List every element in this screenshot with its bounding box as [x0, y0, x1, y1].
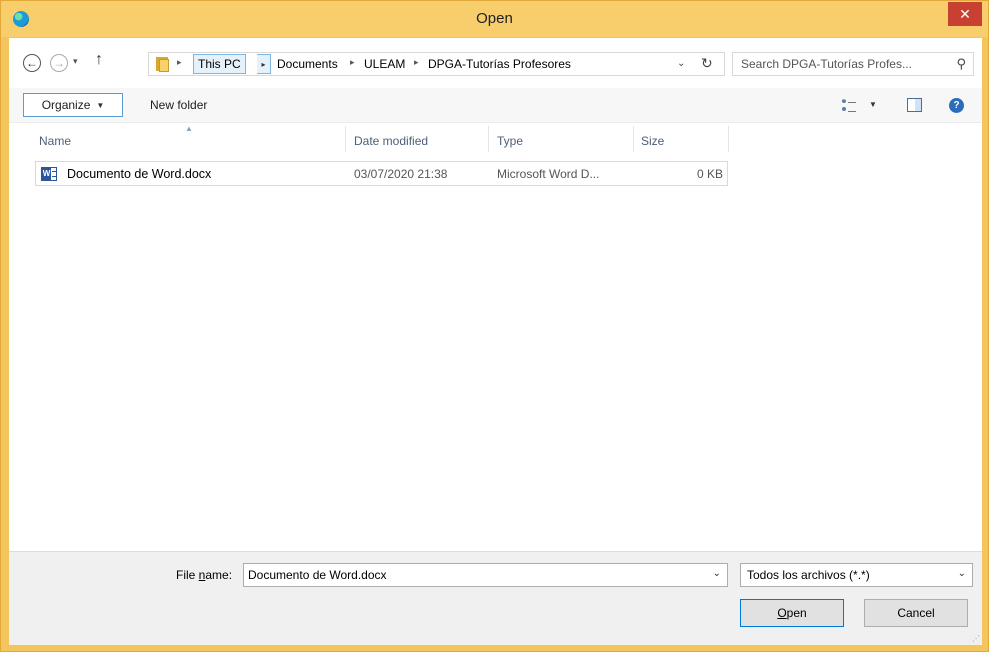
dialog-body: ← → ▾ ↑ ▸ This PC ▸ Documents ▸ ULEAM ▸ …: [9, 38, 982, 645]
column-divider[interactable]: [345, 126, 346, 152]
command-toolbar: Organize ▼ New folder ▼ ?: [9, 88, 982, 123]
refresh-icon[interactable]: ↻: [701, 55, 713, 72]
close-button[interactable]: ✕: [948, 2, 982, 26]
file-name: Documento de Word.docx: [67, 167, 212, 181]
view-options-dropdown-icon[interactable]: ▼: [869, 100, 877, 109]
open-button[interactable]: Open: [740, 599, 844, 627]
title-bar[interactable]: Open ✕: [1, 1, 988, 37]
search-icon[interactable]: ⚲: [956, 56, 966, 72]
file-size: 0 KB: [696, 167, 723, 181]
file-date-modified: 03/07/2020 21:38: [354, 167, 448, 181]
back-button[interactable]: ←: [23, 54, 41, 72]
word-document-icon: W: [41, 167, 57, 181]
file-type: Microsoft Word D...: [497, 167, 600, 181]
forward-button[interactable]: →: [50, 54, 68, 72]
up-folder-button[interactable]: ↑: [95, 51, 103, 69]
cancel-button[interactable]: Cancel: [864, 599, 968, 627]
column-divider[interactable]: [633, 126, 634, 152]
breadcrumb-this-pc[interactable]: This PC: [193, 54, 246, 74]
column-divider[interactable]: [488, 126, 489, 152]
column-header-type[interactable]: Type: [497, 134, 523, 148]
breadcrumb-documents[interactable]: Documents: [277, 57, 338, 71]
address-bar[interactable]: ▸ This PC ▸ Documents ▸ ULEAM ▸ DPGA-Tut…: [148, 52, 725, 76]
breadcrumb-separator[interactable]: ▸: [350, 57, 355, 68]
file-type-filter-value: Todos los archivos (*.*): [747, 568, 870, 582]
help-icon[interactable]: ?: [949, 98, 964, 113]
search-input[interactable]: Search DPGA-Tutorías Profes...: [741, 57, 912, 71]
navigation-bar: ← → ▾ ↑ ▸ This PC ▸ Documents ▸ ULEAM ▸ …: [9, 38, 982, 88]
window-title: Open: [476, 10, 513, 27]
column-header-name[interactable]: Name: [39, 134, 71, 148]
breadcrumb-separator[interactable]: ▸: [257, 54, 271, 74]
organize-label: Organize: [41, 98, 91, 112]
breadcrumb-uleam[interactable]: ULEAM: [364, 57, 405, 71]
organize-button[interactable]: Organize ▼: [23, 93, 123, 117]
column-header-size[interactable]: Size: [641, 134, 664, 148]
search-box[interactable]: Search DPGA-Tutorías Profes... ⚲: [732, 52, 974, 76]
file-name-label: File name:: [176, 568, 233, 582]
resize-grip-icon[interactable]: ⋰: [972, 634, 980, 643]
chevron-down-icon: ▼: [96, 100, 105, 110]
folder-icon: [155, 56, 171, 72]
bottom-panel: File name: Documento de Word.docx ⌄ Todo…: [9, 551, 982, 645]
new-folder-button[interactable]: New folder: [150, 98, 207, 112]
column-header-date-modified[interactable]: Date modified: [354, 134, 428, 148]
address-history-dropdown-icon[interactable]: ⌄: [677, 58, 685, 69]
change-view-icon[interactable]: [842, 99, 856, 112]
breadcrumb-separator[interactable]: ▸: [414, 57, 419, 68]
preview-pane-icon[interactable]: [907, 98, 922, 112]
column-headers: ▲ Name Date modified Type Size: [9, 124, 982, 156]
column-divider[interactable]: [728, 126, 729, 152]
breadcrumb-separator[interactable]: ▸: [177, 57, 182, 68]
chevron-down-icon[interactable]: ⌄: [713, 568, 721, 579]
file-type-filter-select[interactable]: Todos los archivos (*.*) ⌄: [740, 563, 973, 587]
file-name-input[interactable]: Documento de Word.docx ⌄: [243, 563, 728, 587]
chevron-down-icon[interactable]: ⌄: [958, 568, 966, 579]
sort-ascending-icon: ▲: [185, 124, 193, 133]
file-name-value: Documento de Word.docx: [248, 568, 387, 582]
recent-locations-dropdown-icon[interactable]: ▾: [73, 56, 78, 67]
file-list-item[interactable]: W Documento de Word.docx 03/07/2020 21:3…: [35, 161, 728, 186]
open-dialog-window: Open ✕ ← → ▾ ↑ ▸ This PC ▸ Documents ▸ U…: [0, 0, 989, 652]
breadcrumb-dpga-tutorias[interactable]: DPGA-Tutorías Profesores: [428, 57, 571, 71]
